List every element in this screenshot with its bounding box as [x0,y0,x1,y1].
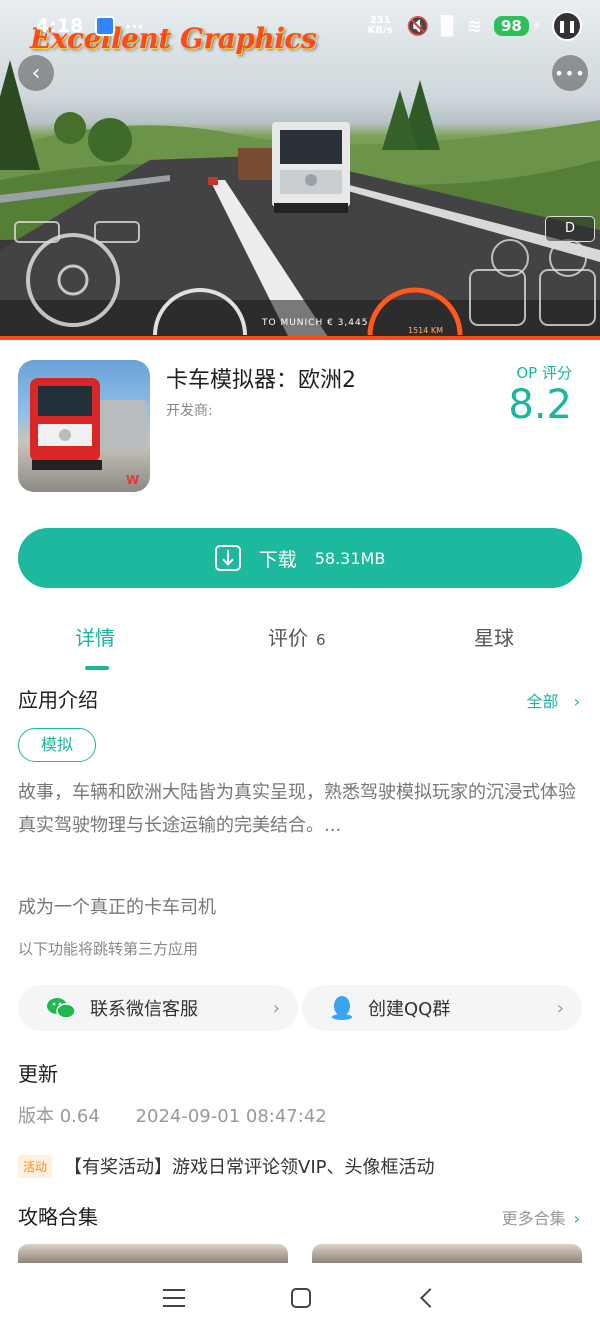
tab-details[interactable]: 详情 [75,622,115,651]
qq-icon [332,996,352,1020]
promo-banner[interactable]: 活动 【有奖活动】游戏日常评论领VIP、头像框活动 [18,1153,435,1179]
system-nav-bar [0,1263,600,1333]
hero-banner: Excellent Graphics 4:18 ··· 231 KB/s 🔇 ▉… [0,0,600,340]
red-truck-icon: W [30,378,148,487]
tab-details-label: 详情 [75,626,115,650]
more-guides-label: 更多合集 [501,1209,566,1228]
download-label: 下载 [258,548,297,571]
download-icon [214,545,241,571]
app-description: 故事，车辆和欧洲大陆皆为真实呈现，熟悉驾驶模拟玩家的沉浸式体验 真实驾驶物理与长… [18,782,576,836]
charging-icon: ⚡ [532,18,542,34]
chevron-right-icon: › [556,997,564,1019]
score-label: OP 评分 [516,364,572,382]
net-speed-unit: KB/s [367,25,393,36]
wechat-support-label: 联系微信客服 [90,999,198,1020]
chevron-right-icon: › [573,692,580,711]
recents-menu-icon[interactable] [163,1289,185,1307]
active-tab-indicator [85,666,109,670]
category-tag[interactable]: 模拟 [18,728,97,762]
tab-reviews-label: 评价 [268,626,308,650]
version-text: 版本 0.64 [18,1106,100,1127]
promo-tag: 活动 [18,1154,53,1178]
promo-text: 【有奖活动】游戏日常评论领VIP、头像框活动 [64,1157,435,1178]
mute-icon: 🔇 [406,15,430,37]
back-button[interactable]: ‹ [18,55,54,91]
hud-gear-indicator: D [545,216,595,242]
tab-reviews[interactable]: 评价 6 [268,622,326,651]
wifi-icon: ≋ [466,15,482,37]
status-time: 4:18 [36,15,84,37]
guide-card[interactable] [312,1244,582,1264]
download-size: 58.31MB [314,548,386,568]
notification-app-icon [95,16,116,36]
app-icon: W [18,360,150,492]
ellipsis-icon: ••• [554,63,586,83]
wechat-support-button[interactable]: 联系微信客服 › [18,985,298,1031]
third-party-note: 以下功能将跳转第三方应用 [18,940,199,958]
score-value: 8.2 [508,382,572,428]
intro-title: 应用介绍 [18,688,98,712]
hud-destination: TO MUNICH € 3,445 [262,318,369,328]
version-row: 版本 0.64 2024-09-01 08:47:42 [18,1102,357,1128]
more-notifications-icon: ··· [125,16,144,36]
chevron-left-icon: ‹ [31,60,41,86]
screen-record-pause-icon[interactable]: ❚❚ [552,11,582,41]
chevron-right-icon: › [272,997,280,1019]
create-qq-group-label: 创建QQ群 [368,999,451,1020]
signal-icon: ▉ [441,15,455,37]
download-button[interactable]: 下载 58.31MB [18,528,582,588]
tab-planet[interactable]: 星球 [474,622,514,651]
create-qq-group-button[interactable]: 创建QQ群 › [302,985,582,1031]
wechat-icon [47,998,76,1019]
battery-level: 98 [493,16,529,36]
chevron-right-icon: › [573,1209,580,1228]
tab-reviews-count: 6 [316,631,326,649]
tab-bar: 详情 评价 6 星球 [0,622,600,670]
app-name: 卡车模拟器：欧洲2 [166,368,356,393]
update-date: 2024-09-01 08:47:42 [135,1106,327,1127]
see-all-link[interactable]: 全部 › [526,688,580,712]
status-bar: 4:18 ··· 231 KB/s 🔇 ▉ ≋ 98 ⚡ ❚❚ [0,0,600,52]
more-guides-link[interactable]: 更多合集 › [502,1205,580,1229]
guide-card[interactable] [18,1244,288,1264]
home-icon[interactable] [291,1288,311,1308]
back-nav-icon[interactable] [420,1288,440,1308]
update-title: 更新 [18,1062,58,1086]
see-all-label: 全部 [526,692,559,711]
tab-planet-label: 星球 [474,626,514,650]
hud-distance: 1514 KM [408,326,444,335]
guides-title: 攻略合集 [18,1205,98,1229]
app-slogan: 成为一个真正的卡车司机 [18,897,216,918]
icon-badge: W [126,473,139,487]
app-detail-page: Excellent Graphics 4:18 ··· 231 KB/s 🔇 ▉… [0,0,600,1333]
developer-label: 开发商: [166,403,213,419]
more-options-button[interactable]: ••• [552,55,588,91]
net-speed: 231 KB/s [368,16,393,36]
